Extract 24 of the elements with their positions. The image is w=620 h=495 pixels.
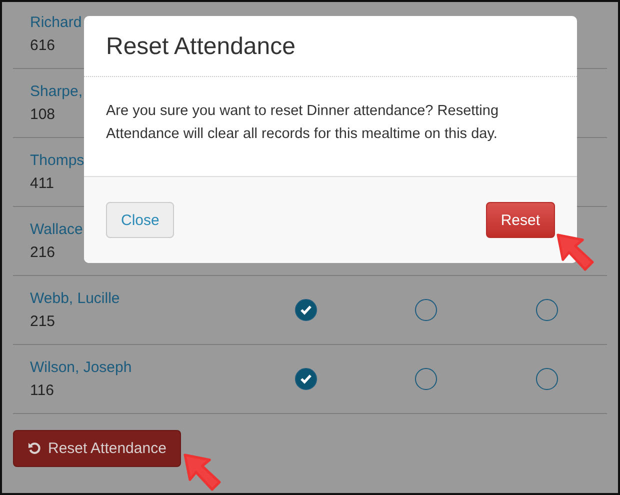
room-number: 616	[30, 36, 56, 54]
resident-name[interactable]: Wallace	[30, 220, 83, 238]
room-number: 215	[30, 312, 56, 330]
resident-name[interactable]: Webb, Lucille	[30, 290, 120, 308]
reset-attendance-button[interactable]: Reset Attendance	[13, 430, 182, 467]
reset-button[interactable]: Reset	[486, 202, 555, 238]
dialog-message: Are you sure you want to reset Dinner attendance? Resetting Attendance will clear all records for this mealtime on this day.	[105, 102, 500, 144]
resident-name[interactable]: Richard	[30, 14, 82, 32]
room-number: 216	[30, 244, 56, 262]
room-number: 411	[30, 174, 54, 192]
resident-name[interactable]: Sharpe,	[30, 82, 83, 100]
empty-circle-icon[interactable]	[415, 299, 438, 321]
checked-circle-icon[interactable]	[294, 368, 317, 390]
resident-name[interactable]: Thomps	[30, 152, 84, 170]
empty-circle-icon[interactable]	[536, 368, 558, 390]
close-button[interactable]: Close	[106, 202, 174, 238]
checked-circle-icon[interactable]	[294, 299, 317, 321]
room-number: 116	[30, 382, 54, 400]
dialog-title: Reset Attendance	[106, 32, 296, 62]
undo-icon	[28, 442, 41, 455]
empty-circle-icon[interactable]	[536, 299, 558, 321]
room-number: 108	[30, 106, 56, 124]
resident-name[interactable]: Wilson, Joseph	[30, 358, 132, 376]
empty-circle-icon[interactable]	[415, 368, 438, 390]
